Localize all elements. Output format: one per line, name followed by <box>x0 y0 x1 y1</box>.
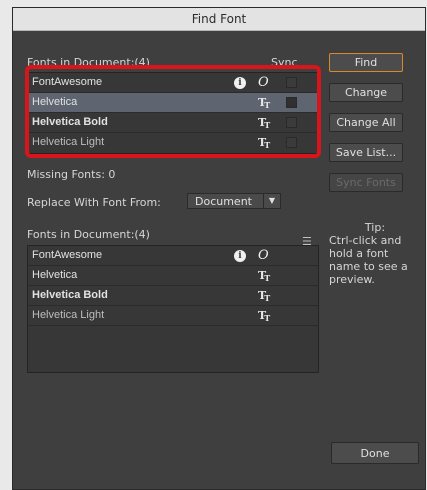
sync-checkbox[interactable] <box>286 97 297 108</box>
font-name: Helvetica Bold <box>32 289 108 301</box>
window-title: Find Font <box>191 12 247 26</box>
font-name: Helvetica Bold <box>32 116 108 128</box>
tip-title: Tip: <box>364 221 386 234</box>
find-font-dialog: Find Font Fonts in Document:(4) Sync Fon… <box>12 7 426 490</box>
missing-fonts-label: Missing Fonts: 0 <box>27 168 116 181</box>
truetype-icon: TT <box>258 136 271 151</box>
font-name: FontAwesome <box>32 76 103 88</box>
info-icon[interactable]: i <box>234 77 246 89</box>
opentype-icon: O <box>258 75 269 90</box>
truetype-icon: TT <box>258 96 271 111</box>
tip-body: Ctrl-click and hold a font name to see a… <box>329 234 408 286</box>
replace-source-dropdown[interactable]: Document ▼ <box>187 193 281 209</box>
find-button[interactable]: Find <box>329 53 403 72</box>
font-name: Helvetica <box>32 269 78 281</box>
truetype-icon: TT <box>258 269 271 284</box>
sync-checkbox[interactable] <box>286 117 297 128</box>
sync-checkbox[interactable] <box>286 77 297 88</box>
table-row[interactable]: Helvetica Light TT <box>28 133 318 153</box>
dropdown-value: Document <box>195 195 252 208</box>
truetype-icon: TT <box>258 116 271 131</box>
chevron-down-icon: ▼ <box>263 194 280 208</box>
sync-column-label: Sync <box>271 56 298 69</box>
change-all-button[interactable]: Change All <box>329 113 403 132</box>
save-list-button[interactable]: Save List... <box>329 143 403 162</box>
tip-text: Tip: Ctrl-click and hold a font name to … <box>329 221 421 286</box>
opentype-icon: O <box>258 248 269 263</box>
change-button[interactable]: Change <box>329 83 403 102</box>
font-name: FontAwesome <box>32 249 103 261</box>
info-icon[interactable]: i <box>234 250 246 262</box>
done-button[interactable]: Done <box>331 442 419 464</box>
document-fonts-table: FontAwesome i O Helvetica TT Helvetica B… <box>27 72 319 154</box>
table-row[interactable]: Helvetica TT <box>28 93 318 113</box>
truetype-icon: TT <box>258 289 271 304</box>
replace-with-label: Replace With Font From: <box>27 196 161 209</box>
replacement-fonts-table: FontAwesome i O Helvetica TT Helvetica B… <box>27 245 319 373</box>
table-row[interactable]: Helvetica TT <box>28 266 318 286</box>
table-row[interactable]: Helvetica Bold TT <box>28 113 318 133</box>
title-bar: Find Font <box>13 8 425 31</box>
replacement-fonts-label: Fonts in Document:(4) <box>27 228 150 241</box>
truetype-icon: TT <box>258 309 271 324</box>
font-name: Helvetica Light <box>32 136 105 148</box>
sync-fonts-button[interactable]: Sync Fonts <box>329 173 403 192</box>
font-name: Helvetica Light <box>32 309 105 321</box>
table-row[interactable]: Helvetica Light TT <box>28 306 318 326</box>
fonts-in-document-label: Fonts in Document:(4) <box>27 56 150 69</box>
sync-checkbox[interactable] <box>286 137 297 148</box>
font-name: Helvetica <box>32 96 78 108</box>
table-row[interactable]: FontAwesome i O <box>28 246 318 266</box>
table-row[interactable]: FontAwesome i O <box>28 73 318 93</box>
table-row[interactable]: Helvetica Bold TT <box>28 286 318 306</box>
